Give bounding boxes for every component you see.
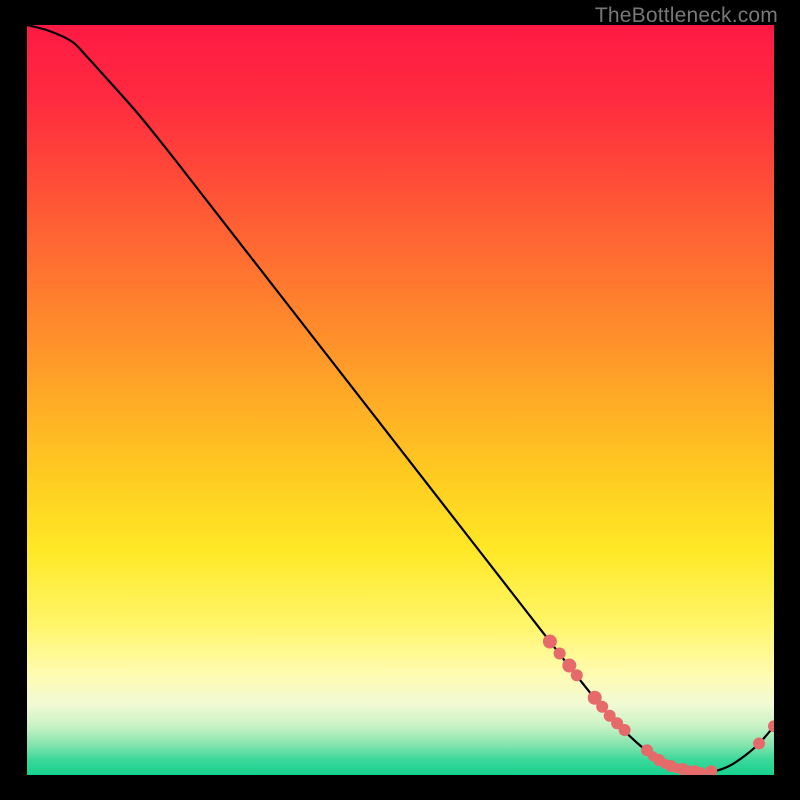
chart-background-gradient (27, 25, 774, 775)
chart-stage: TheBottleneck.com (0, 0, 800, 800)
chart-plot-area (27, 25, 774, 775)
